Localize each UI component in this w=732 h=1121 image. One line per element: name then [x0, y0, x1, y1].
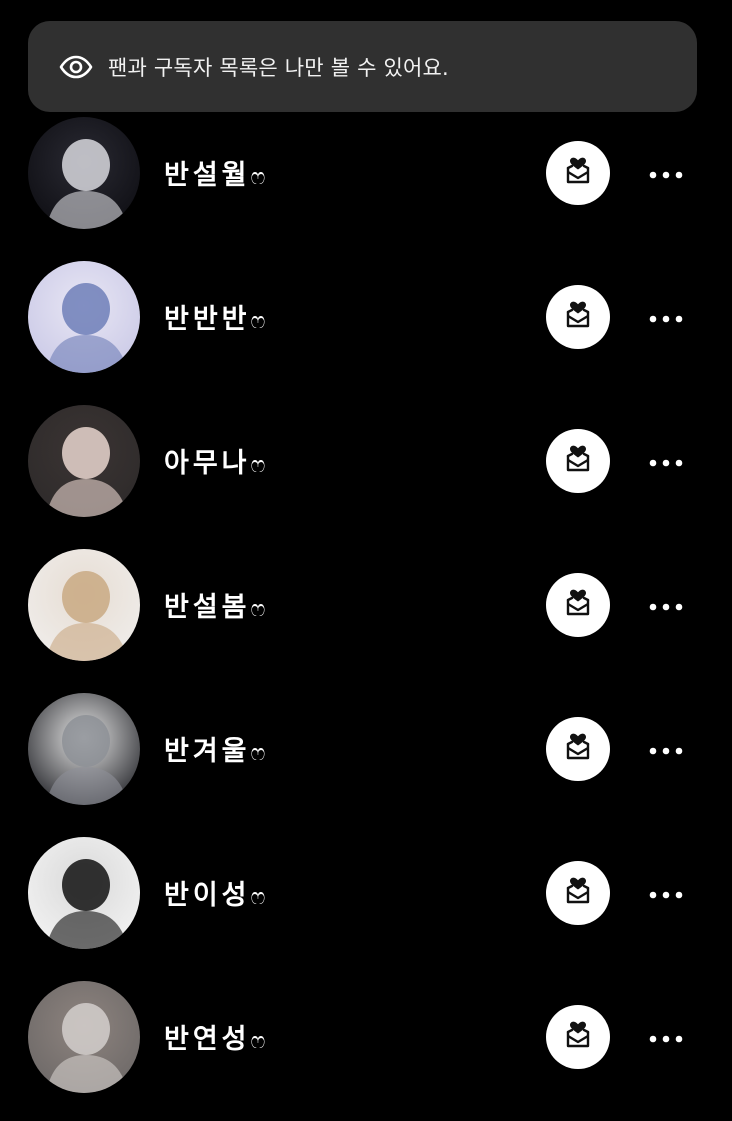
avatar[interactable]	[28, 261, 140, 373]
list-item[interactable]: 반설월ෆ	[0, 116, 732, 260]
message-button[interactable]	[546, 573, 610, 637]
more-dots-icon	[649, 452, 683, 471]
fan-list: 반설월ෆ 반반반ෆ 아무나ෆ 반설봄ෆ 반겨울ෆ 반이성ෆ 반연성ෆ	[0, 116, 732, 1121]
more-options-button[interactable]	[640, 297, 692, 337]
avatar[interactable]	[28, 981, 140, 1093]
user-name[interactable]: 반이성ෆ	[164, 873, 265, 912]
name-heart-suffix: ෆ	[250, 165, 266, 190]
list-item[interactable]: 아무나ෆ	[0, 404, 732, 548]
heart-mail-icon	[563, 444, 593, 478]
user-name[interactable]: 반연성ෆ	[164, 1017, 265, 1056]
more-dots-icon	[649, 1028, 683, 1047]
list-item[interactable]: 반겨울ෆ	[0, 692, 732, 836]
avatar[interactable]	[28, 549, 140, 661]
name-heart-suffix: ෆ	[250, 885, 266, 910]
more-options-button[interactable]	[640, 153, 692, 193]
more-options-button[interactable]	[640, 729, 692, 769]
name-heart-suffix: ෆ	[250, 597, 266, 622]
list-item[interactable]: 반이성ෆ	[0, 836, 732, 980]
message-button[interactable]	[546, 141, 610, 205]
fans-list-screen: 팬과 구독자 목록은 나만 볼 수 있어요. 반설월ෆ 반반반ෆ 아무나ෆ 반설봄ෆ 반…	[0, 0, 732, 1121]
user-name-text: 아무나	[164, 448, 251, 479]
list-item[interactable]: 반설봄ෆ	[0, 548, 732, 692]
heart-mail-icon	[563, 876, 593, 910]
user-name[interactable]: 반설월ෆ	[164, 153, 265, 192]
more-options-button[interactable]	[640, 1017, 692, 1057]
message-button[interactable]	[546, 1005, 610, 1069]
more-dots-icon	[649, 740, 683, 759]
privacy-notice-banner: 팬과 구독자 목록은 나만 볼 수 있어요.	[28, 21, 697, 112]
more-options-button[interactable]	[640, 873, 692, 913]
privacy-notice-text: 팬과 구독자 목록은 나만 볼 수 있어요.	[108, 55, 449, 80]
user-name-text: 반연성	[164, 1024, 251, 1055]
name-heart-suffix: ෆ	[250, 741, 266, 766]
user-name[interactable]: 아무나ෆ	[164, 441, 265, 480]
more-dots-icon	[649, 308, 683, 327]
user-name[interactable]: 반반반ෆ	[164, 297, 265, 336]
user-name-text: 반설봄	[164, 592, 251, 623]
message-button[interactable]	[546, 717, 610, 781]
more-dots-icon	[649, 884, 683, 903]
list-item[interactable]: 반반반ෆ	[0, 260, 732, 404]
more-options-button[interactable]	[640, 441, 692, 481]
avatar[interactable]	[28, 837, 140, 949]
name-heart-suffix: ෆ	[250, 309, 266, 334]
message-button[interactable]	[546, 429, 610, 493]
name-heart-suffix: ෆ	[250, 1029, 266, 1054]
heart-mail-icon	[563, 1020, 593, 1054]
user-name-text: 반반반	[164, 304, 251, 335]
heart-mail-icon	[563, 156, 593, 190]
avatar[interactable]	[28, 405, 140, 517]
user-name-text: 반이성	[164, 880, 251, 911]
user-name-text: 반겨울	[164, 736, 251, 767]
heart-mail-icon	[563, 300, 593, 334]
message-button[interactable]	[546, 285, 610, 349]
more-options-button[interactable]	[640, 585, 692, 625]
list-item[interactable]: 반연성ෆ	[0, 980, 732, 1121]
avatar[interactable]	[28, 117, 140, 229]
eye-icon	[58, 49, 94, 85]
heart-mail-icon	[563, 732, 593, 766]
user-name[interactable]: 반설봄ෆ	[164, 585, 265, 624]
avatar[interactable]	[28, 693, 140, 805]
heart-mail-icon	[563, 588, 593, 622]
user-name[interactable]: 반겨울ෆ	[164, 729, 265, 768]
more-dots-icon	[649, 596, 683, 615]
name-heart-suffix: ෆ	[250, 453, 266, 478]
message-button[interactable]	[546, 861, 610, 925]
user-name-text: 반설월	[164, 160, 251, 191]
more-dots-icon	[649, 164, 683, 183]
